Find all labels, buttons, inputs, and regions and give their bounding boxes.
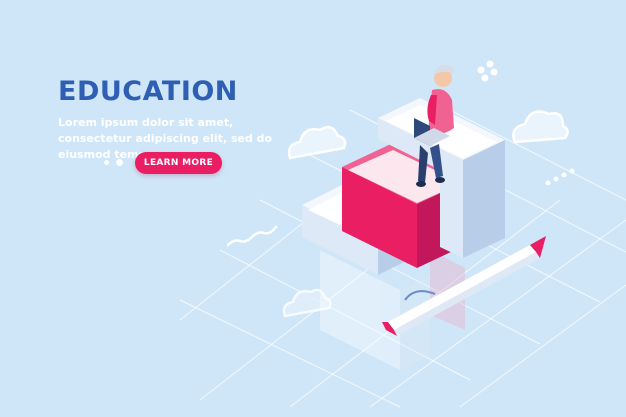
learn-more-button[interactable]: LEARN MORE [135, 152, 222, 174]
carousel-dot[interactable] [116, 159, 123, 166]
hero-text-block: EDUCATION Lorem ipsum dolor sit amet, co… [58, 78, 308, 163]
carousel-dots [104, 159, 123, 166]
isometric-illustration [179, 60, 626, 408]
cloud-icon [512, 110, 569, 144]
carousel-dot[interactable] [104, 160, 109, 165]
wave-line [226, 225, 278, 247]
page-title: EDUCATION [58, 76, 238, 107]
